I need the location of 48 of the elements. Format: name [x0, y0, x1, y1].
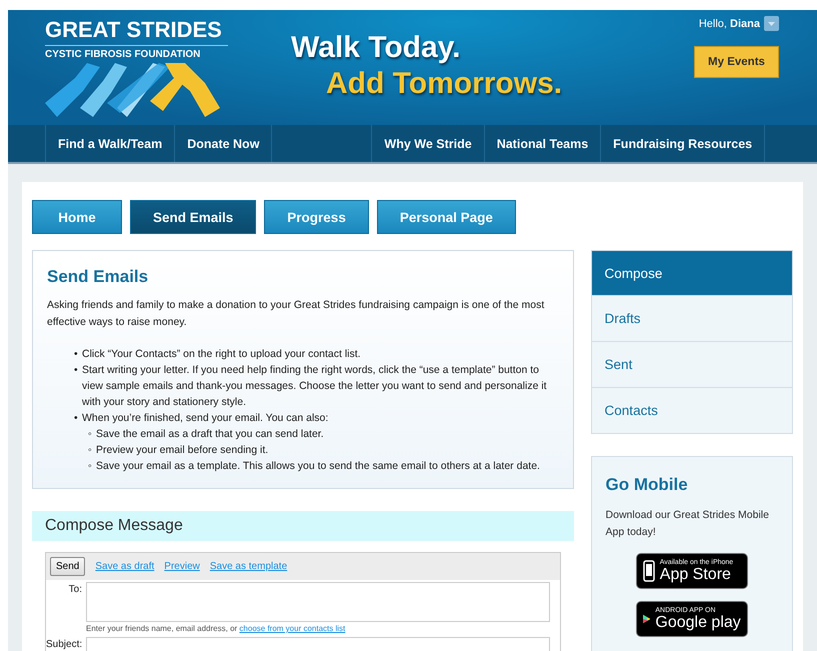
bullet-marker: ◦: [88, 427, 93, 442]
nav-link[interactable]: National Teams: [484, 125, 602, 162]
toolbar-link[interactable]: Save as draft: [95, 561, 154, 572]
nav-link[interactable]: Fundraising Resources: [601, 125, 766, 162]
nav-link[interactable]: Donate Now: [175, 125, 272, 162]
bullet-marker: ◦: [88, 443, 93, 458]
phone-icon: [642, 560, 655, 582]
tagline: Add Tomorrows.: [326, 66, 562, 102]
bullet-text: Click “Your Contacts” on the right to upload your contact list.: [82, 347, 361, 362]
bullet-text: Preview your email before sending it.: [96, 443, 268, 458]
sidebar-item[interactable]: Compose: [590, 250, 793, 296]
bullet-marker: ◦: [88, 459, 93, 474]
section-title: Send Emails: [47, 267, 150, 287]
sidebar-item[interactable]: Contacts: [590, 388, 793, 434]
hint-text: Enter your friends name, email address, or choose from your contacts list: [86, 624, 346, 633]
greeting: Hello, Diana: [698, 18, 760, 30]
tab[interactable]: Personal Page: [376, 200, 516, 234]
card-title: Go Mobile: [606, 475, 689, 495]
bullet-marker: •: [74, 347, 79, 362]
bullet-marker: •: [74, 363, 79, 378]
card-text: Download our Great Strides Mobile App today!: [606, 508, 770, 540]
sidebar-item[interactable]: Drafts: [590, 296, 793, 342]
nav-link[interactable]: Find a Walk/Team: [46, 125, 176, 162]
field-label: Subject:: [46, 638, 82, 651]
toolbar-link[interactable]: Preview: [164, 561, 200, 572]
tab[interactable]: Home: [32, 200, 122, 234]
my-events-button[interactable]: My Events: [694, 46, 779, 78]
intro-text: Asking friends and family to make a donation to your Great Strides fundraising campaign is one of the most effective ways to raise money.: [47, 298, 546, 330]
toolbar-link[interactable]: Save as template: [210, 561, 288, 572]
tab[interactable]: Progress: [264, 200, 369, 234]
bullet-text: Save the email as a draft that you can send later.: [96, 427, 324, 442]
bullet-text: Save your email as a template. This allows you to send the same email to others at a later date.: [96, 459, 540, 474]
subject-field[interactable]: [86, 637, 550, 651]
send-button[interactable]: Send: [50, 557, 86, 576]
logo-title: GREAT STRIDES: [45, 18, 223, 42]
tab[interactable]: Send Emails: [130, 200, 256, 234]
bullet-text: Start writing your letter. If you need help finding the right words, click the “use a template” button to view sample emails and thank-you messages. Choose the letter you want to send and personalize it with your story and stationery style.: [82, 363, 548, 410]
field-label: To:: [68, 583, 82, 597]
tagline: Walk Today.: [291, 30, 462, 66]
dropdown-icon[interactable]: [764, 16, 779, 31]
bullet-text: When you’re finished, send your email. You can also:: [82, 411, 328, 426]
contacts-link[interactable]: choose from your contacts list: [239, 624, 346, 633]
bullet-marker: •: [74, 411, 79, 426]
sidebar-item[interactable]: Sent: [590, 342, 793, 388]
to-field[interactable]: [86, 582, 550, 622]
compose-heading: Compose Message: [32, 511, 574, 541]
nav-link[interactable]: Why We Stride: [372, 125, 485, 162]
logo-subtitle: CYSTIC FIBROSIS FOUNDATION: [45, 45, 228, 60]
